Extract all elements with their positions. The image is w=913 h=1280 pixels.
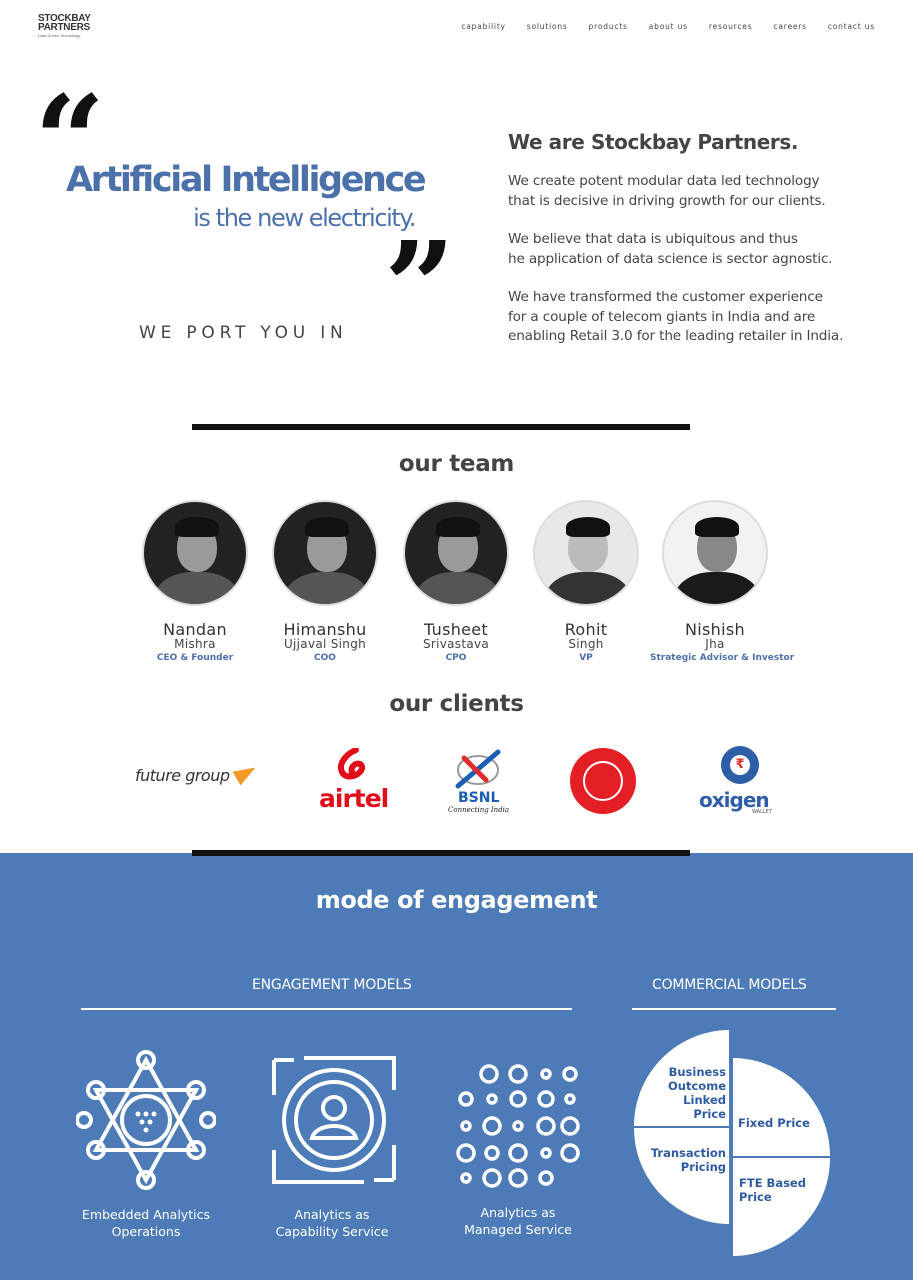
nav-careers[interactable]: careers — [773, 22, 806, 31]
nav-capability[interactable]: capability — [461, 22, 505, 31]
model-1-line-2: Operations — [111, 1224, 181, 1239]
nav-solutions[interactable]: solutions — [527, 22, 568, 31]
avatar — [533, 500, 639, 606]
model-2-line-2: Capability Service — [275, 1224, 389, 1239]
outcome-line-3: Linked — [683, 1093, 726, 1107]
pie-slice-fixed — [733, 1058, 830, 1156]
bsnl-tagline: Connecting India — [448, 806, 510, 814]
team-member: Tusheet Srivastava CPO — [391, 500, 521, 663]
oxigen-rupee-icon: ₹ — [721, 746, 759, 784]
commercial-models-pie — [634, 1030, 830, 1256]
about-p1-line1: We create potent modular data led techno… — [508, 173, 820, 189]
about-paragraph-3: We have transformed the customer experie… — [508, 288, 908, 347]
port-tagline: WE PORT YOU IN — [139, 323, 348, 343]
avatar — [272, 500, 378, 606]
nav-products[interactable]: products — [589, 22, 628, 31]
member-role: Strategic Advisor & Investor — [650, 653, 795, 663]
model-3-line-1: Analytics as — [480, 1205, 556, 1220]
engagement-title: mode of engagement — [315, 886, 598, 914]
company-logo[interactable]: STOCKBAY PARTNERS Data Driven Technology — [38, 14, 108, 39]
transaction-line-1: Transaction — [650, 1146, 726, 1160]
logo-tagline: Data Driven Technology — [38, 33, 81, 38]
commercial-models-heading: COMMERCIAL MODELS — [652, 977, 807, 993]
close-quote-icon: ” — [384, 215, 456, 360]
bsnl-logo-icon — [455, 749, 501, 789]
fte-line-1: FTE Based — [739, 1176, 806, 1190]
engagement-models-heading: ENGAGEMENT MODELS — [252, 977, 412, 993]
avatar — [662, 500, 768, 606]
team-member: Nishish Jha Strategic Advisor & Investor — [650, 500, 795, 663]
logo-line-2: PARTNERS — [38, 22, 90, 33]
about-p3-line3: enabling Retail 3.0 for the leading reta… — [508, 328, 844, 344]
about-paragraph-2: We believe that data is ubiquitous and t… — [508, 230, 908, 269]
team-member: Himanshu Ujjaval Singh COO — [260, 500, 390, 663]
main-nav: capability solutions products about us r… — [461, 22, 875, 31]
indian-railways-logo-icon — [570, 748, 636, 814]
team-member: Nandan Mishra CEO & Founder — [130, 500, 260, 663]
avatar — [403, 500, 509, 606]
about-paragraph-1: We create potent modular data led techno… — [508, 172, 908, 211]
about-p3-line1: We have transformed the customer experie… — [508, 289, 823, 305]
future-group-arrow-icon — [232, 760, 260, 786]
about-p1-line2: that is decisive in driving growth for o… — [508, 192, 826, 209]
commercial-models-underline — [632, 1008, 836, 1010]
divider-top — [192, 424, 690, 430]
member-last-name: Jha — [705, 637, 725, 651]
pie-label-fte: FTE Based Price — [739, 1176, 806, 1204]
pie-label-transaction: Transaction Pricing — [650, 1146, 726, 1174]
oxigen-tagline: WALLET — [752, 809, 772, 815]
divider-bottom — [192, 850, 690, 856]
member-role: VP — [579, 653, 593, 663]
bsnl-wordmark: BSNL — [458, 790, 500, 806]
airtel-swirl-icon — [338, 748, 366, 780]
dot-grid-icon — [456, 1064, 580, 1188]
nav-resources[interactable]: resources — [709, 22, 753, 31]
model-1-line-1: Embedded Analytics — [82, 1207, 210, 1222]
member-last-name: Ujjaval Singh — [283, 637, 367, 651]
member-role: CPO — [445, 653, 467, 663]
pie-label-outcome: Business Outcome Linked Price — [660, 1065, 726, 1121]
about-p3-line2: for a couple of telecom giants in India … — [508, 308, 816, 325]
clients-title: our clients — [389, 691, 524, 717]
pie-label-fixed: Fixed Price — [738, 1116, 810, 1130]
outcome-line-2: Outcome — [668, 1079, 726, 1093]
fte-line-2: Price — [739, 1190, 772, 1204]
member-role: COO — [314, 653, 336, 663]
hero-subline: is the new electricity. — [193, 204, 416, 232]
about-p2-line2: he application of data science is sector… — [508, 250, 833, 267]
transaction-line-2: Pricing — [680, 1160, 726, 1174]
engagement-model-label: Analytics as Managed Service — [438, 1204, 598, 1238]
engagement-model-label: Analytics as Capability Service — [252, 1206, 412, 1240]
team-title: our team — [398, 451, 515, 477]
about-p2-line1: We believe that data is ubiquitous and t… — [508, 231, 798, 247]
outcome-line-4: Price — [693, 1107, 726, 1121]
engagement-model-label: Embedded Analytics Operations — [66, 1206, 226, 1240]
about-title: We are Stockbay Partners. — [508, 130, 799, 154]
outcome-line-1: Business — [668, 1065, 726, 1079]
nav-contact-us[interactable]: contact us — [828, 22, 875, 31]
member-last-name: Singh — [568, 637, 604, 651]
user-cycle-icon — [272, 1056, 396, 1184]
hero-headline: Artificial Intelligence — [66, 160, 427, 200]
future-group-logo: future group — [135, 766, 230, 785]
engagement-models-underline — [81, 1008, 572, 1010]
team-member: Rohit Singh VP — [521, 500, 651, 663]
nav-about-us[interactable]: about us — [649, 22, 688, 31]
network-star-icon — [76, 1050, 216, 1190]
member-last-name: Srivastava — [422, 637, 490, 651]
avatar — [142, 500, 248, 606]
pie-slice-transaction — [634, 1128, 729, 1224]
model-2-line-1: Analytics as — [294, 1207, 370, 1222]
member-last-name: Mishra — [174, 637, 216, 651]
model-3-line-2: Managed Service — [464, 1222, 572, 1237]
member-role: CEO & Founder — [156, 653, 234, 663]
pie-slice-fte — [733, 1158, 830, 1256]
about-block: We are Stockbay Partners. We create pote… — [508, 130, 908, 366]
airtel-logo: airtel — [319, 784, 389, 813]
clients-row: future group airtel BSNL Connecting Indi… — [0, 740, 913, 820]
